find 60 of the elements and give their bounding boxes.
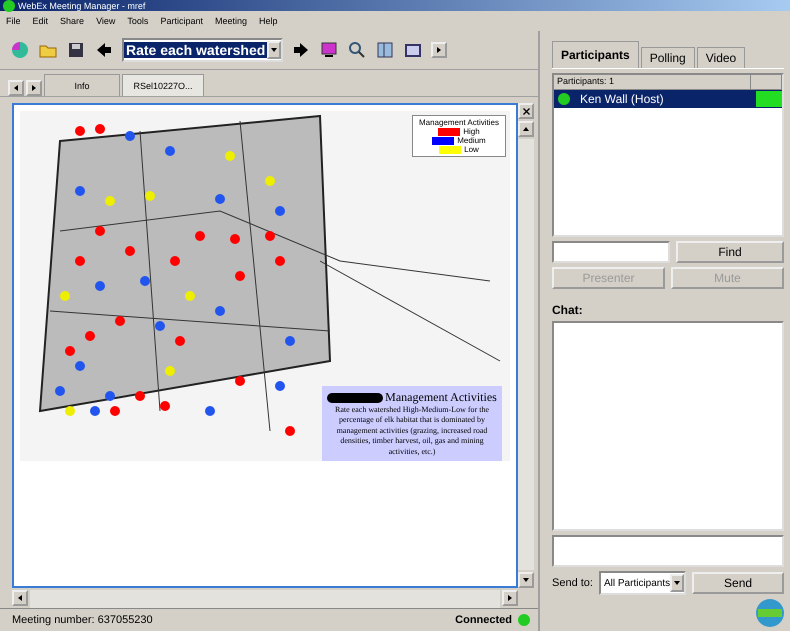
dropdown-button[interactable]: [670, 574, 684, 592]
menu-item[interactable]: Meeting: [214, 16, 247, 26]
chat-label: Chat:: [552, 303, 584, 317]
right-triangle-icon: [508, 595, 512, 601]
meeting-number: Meeting number: 637055230: [12, 614, 153, 626]
caption-title: Management Activities: [385, 390, 497, 406]
down-triangle-icon: [271, 48, 278, 52]
menu-item[interactable]: View: [96, 16, 116, 26]
panel-tab[interactable]: Polling: [640, 47, 695, 68]
monitor-icon[interactable]: [319, 40, 340, 60]
dropdown-button[interactable]: [267, 41, 282, 59]
legend-label: Medium: [457, 136, 486, 145]
find-button[interactable]: Find: [676, 241, 784, 263]
menu-item[interactable]: Participant: [160, 16, 203, 26]
page-select[interactable]: Rate each watershed: [122, 38, 284, 62]
more-button[interactable]: [431, 42, 448, 58]
down-triangle-icon: [523, 578, 529, 582]
redaction-bar: [327, 392, 384, 403]
close-button[interactable]: [518, 103, 534, 119]
right-triangle-icon: [32, 85, 36, 91]
save-icon[interactable]: [66, 40, 86, 60]
close-icon: [522, 108, 530, 114]
menu-item[interactable]: Help: [259, 16, 278, 26]
scroll-right-button[interactable]: [502, 590, 518, 606]
connection-status: Connected: [455, 614, 512, 626]
legend-label: Low: [464, 145, 479, 154]
scroll-left-button[interactable]: [12, 590, 28, 606]
scrollbar-track[interactable]: [518, 139, 534, 570]
document-tab[interactable]: RSel10227O...: [122, 74, 204, 96]
menu-item[interactable]: Share: [60, 16, 84, 26]
caption-text: Rate each watershed High-Medium-Low for the percentage of elk habitat that is dominated by management activities (grazing, increased road densities, timber harvest, oil, gas and mining activities, etc.): [334, 405, 490, 457]
menu-item[interactable]: Edit: [32, 16, 48, 26]
left-triangle-icon: [14, 85, 18, 91]
down-triangle-icon: [674, 581, 680, 585]
right-triangle-icon: [437, 47, 442, 53]
tab-scroll-right[interactable]: [26, 80, 42, 96]
menu-item[interactable]: File: [6, 16, 21, 26]
participant-row[interactable]: Ken Wall (Host): [554, 90, 782, 108]
left-triangle-icon: [18, 595, 22, 601]
find-field[interactable]: [552, 241, 670, 263]
zoom-icon[interactable]: [347, 40, 368, 60]
tab-scroll-left[interactable]: [8, 80, 24, 96]
send-to-label: Send to:: [552, 577, 593, 589]
panel-tab[interactable]: Participants: [552, 41, 639, 68]
recipient-select[interactable]: All Participants: [598, 571, 686, 595]
send-button[interactable]: Send: [692, 572, 784, 594]
menu-item[interactable]: Tools: [127, 16, 148, 26]
globe-logo-icon: [756, 599, 784, 627]
up-triangle-icon: [523, 127, 529, 131]
panel-tab[interactable]: Video: [696, 47, 746, 68]
scroll-up-button[interactable]: [518, 121, 534, 137]
scroll-down-button[interactable]: [518, 572, 534, 588]
status-light-icon: [518, 614, 530, 626]
legend-title: Management Activities: [418, 118, 499, 127]
message-field[interactable]: [552, 535, 784, 567]
document-tab[interactable]: Info: [44, 74, 120, 96]
legend-label: High: [463, 127, 480, 136]
panel-icon[interactable]: [375, 40, 396, 60]
window-title: WebEx Meeting Manager - mref: [0, 0, 790, 11]
scrollbar-track[interactable]: [30, 590, 500, 608]
